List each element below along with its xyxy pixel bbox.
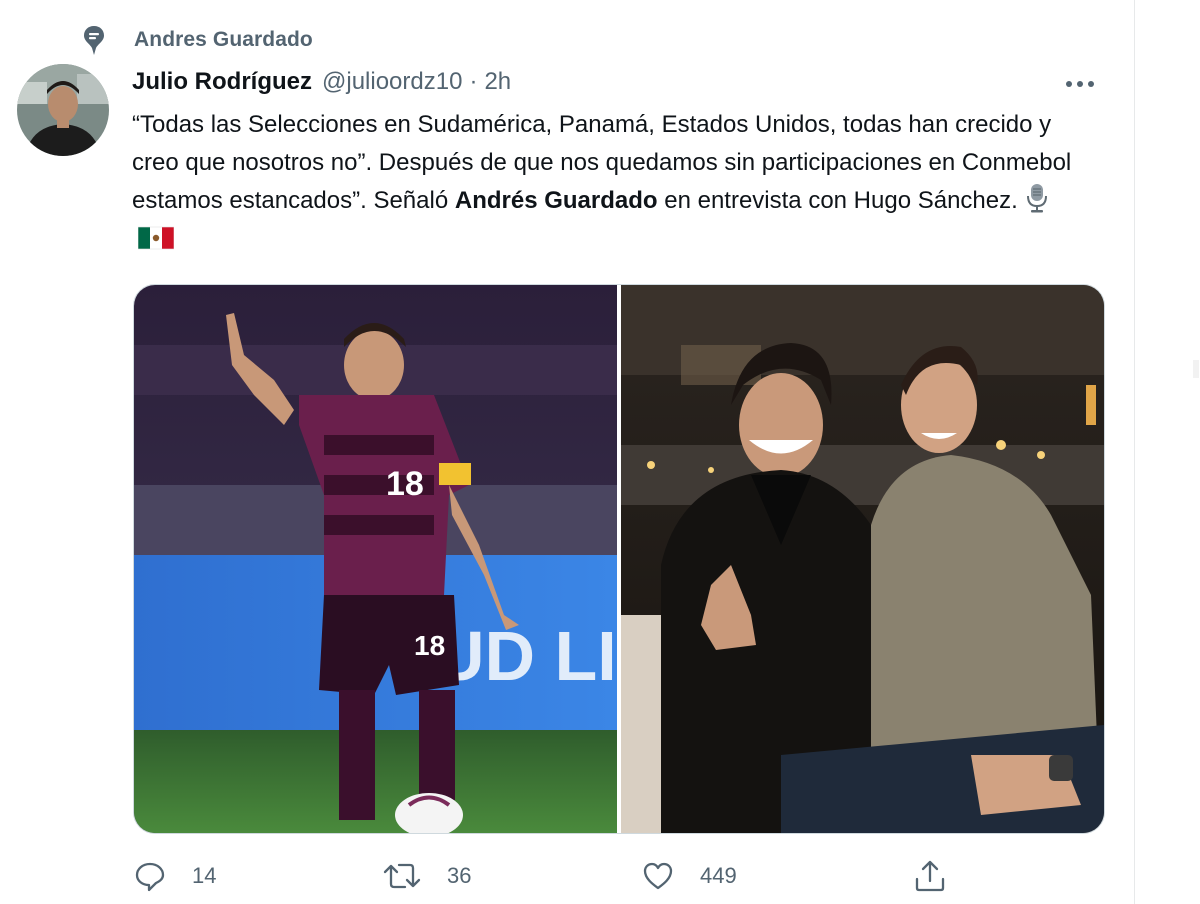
retweet-icon [383,863,421,889]
author-handle[interactable]: @julioordz10 [322,68,462,96]
reply-count: 14 [192,863,217,888]
sidebar-edge [1135,0,1200,904]
retweet-count: 36 [447,863,472,888]
retweet-button[interactable]: 36 [383,856,471,896]
reply-icon [135,862,165,892]
tweet-header: Julio Rodríguez @julioordz10 · 2h [132,66,511,98]
like-button[interactable]: 449 [642,856,737,896]
photo-player-waving[interactable]: UD LI 18 18 [134,285,617,833]
tweet-text-part2: en entrevista con Hugo Sánchez. [657,187,1025,214]
tweet-text: “Todas las Selecciones en Sudamérica, Pa… [132,106,1092,258]
share-button[interactable] [913,856,973,896]
svg-text:18: 18 [386,465,424,503]
tweet-card[interactable]: Andres Guardado Julio Rodríguez @julioor… [0,0,1134,904]
more-options-icon[interactable] [1066,70,1094,98]
author-name[interactable]: Julio Rodríguez [132,68,312,96]
action-bar: 14 36 449 [0,856,1134,896]
header-separator: · [469,68,478,95]
share-icon [915,860,945,892]
photo-guardado-hugo-sanchez[interactable] [621,285,1104,833]
reply-button[interactable]: 14 [134,856,216,896]
pinned-context: Andres Guardado [82,24,313,56]
tweet-media[interactable]: UD LI 18 18 [133,284,1105,834]
tweet-mention-bold: Andrés Guardado [454,187,658,214]
svg-text:18: 18 [414,630,445,661]
tweet-timestamp[interactable]: 2h [484,68,511,96]
avatar[interactable] [17,64,109,156]
like-count: 449 [700,863,737,888]
pin-icon [84,26,104,55]
svg-text:UD LI: UD LI [434,617,617,695]
microphone-icon [1027,184,1048,213]
pinned-context-label[interactable]: Andres Guardado [134,28,313,52]
mexico-flag-icon [138,226,174,250]
heart-icon [643,862,673,890]
